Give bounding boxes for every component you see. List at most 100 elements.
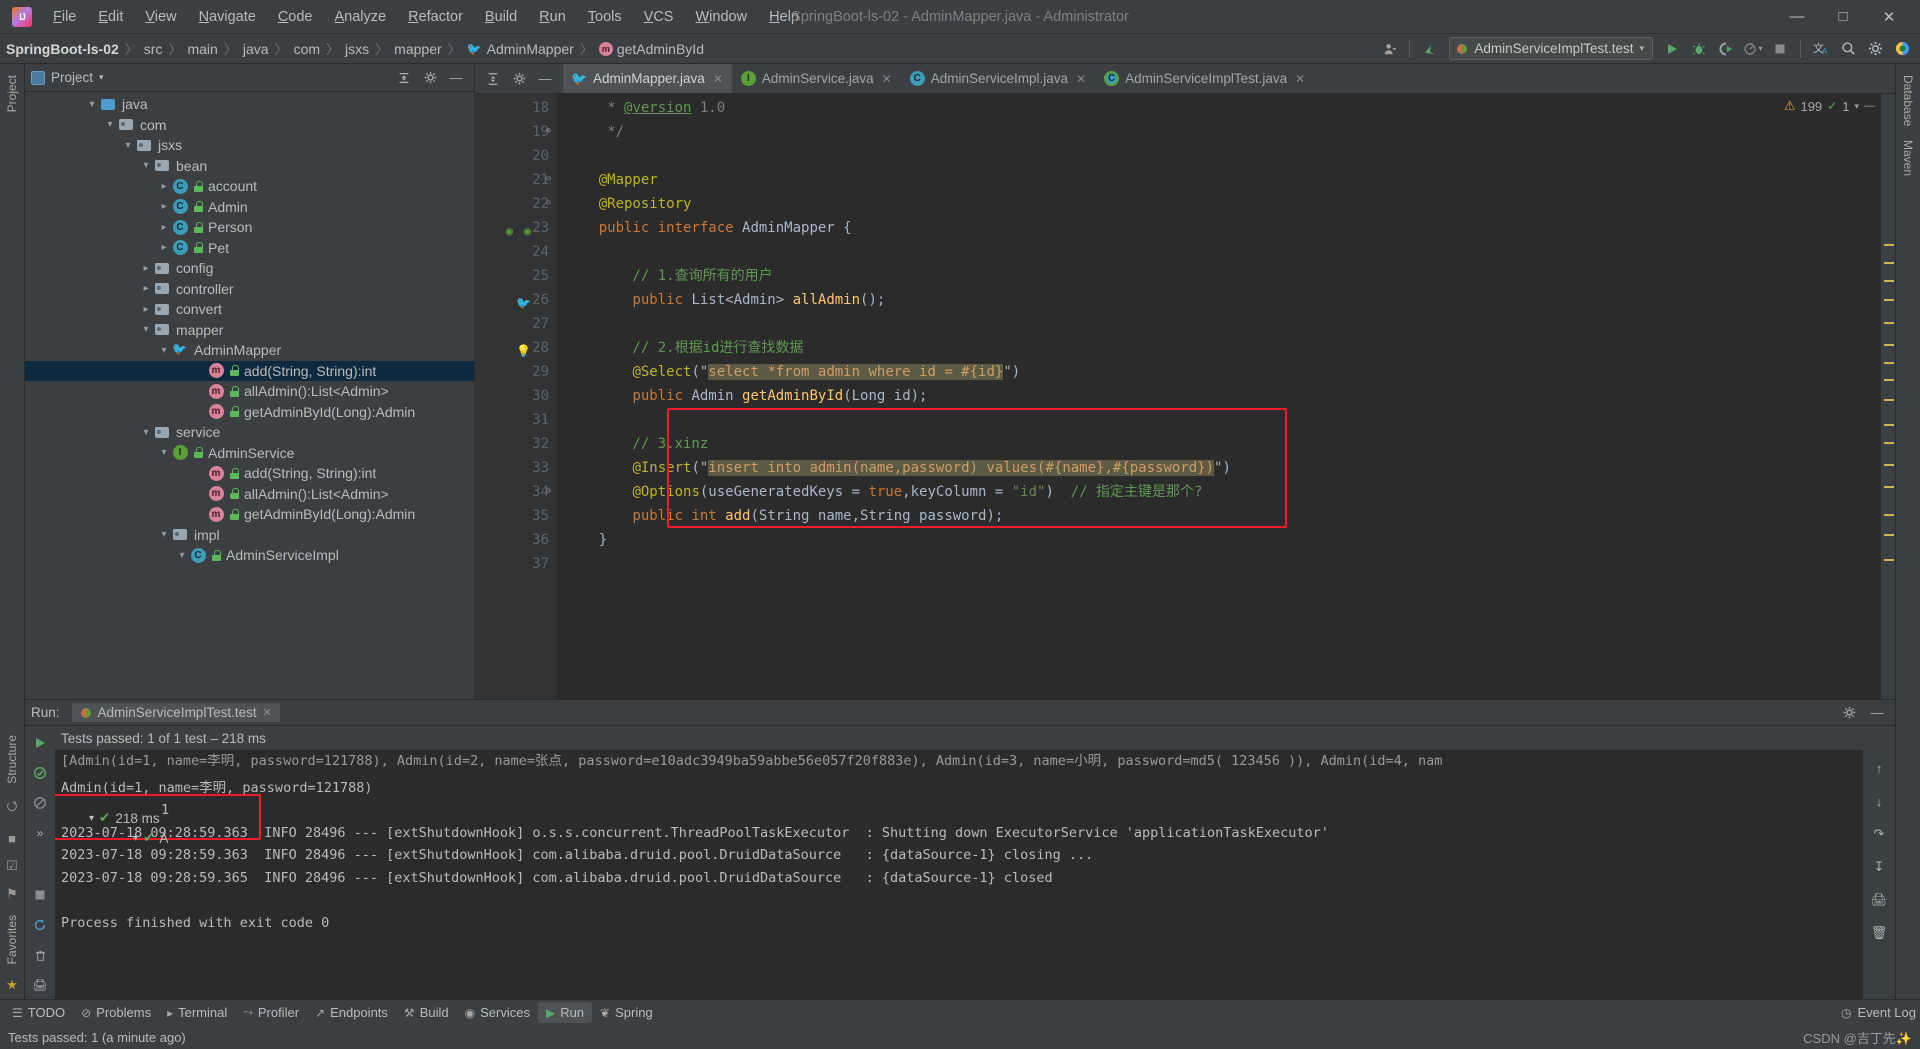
stripe-marker[interactable]	[1884, 559, 1894, 561]
gutter-line[interactable]: 23◉◉	[475, 216, 557, 240]
tree-item[interactable]: CPerson	[25, 217, 474, 238]
bottom-tool-todo[interactable]: ☰TODO	[4, 1002, 73, 1023]
chevron-down-icon[interactable]	[103, 119, 117, 130]
gutter-line[interactable]: 29	[475, 360, 557, 384]
restart-icon[interactable]	[29, 914, 51, 936]
chevron-down-icon[interactable]	[175, 550, 189, 561]
code-line[interactable]: @Mapper	[557, 168, 1881, 192]
tree-item[interactable]: mallAdmin():List<Admin>	[25, 381, 474, 402]
gutter-line[interactable]: 25	[475, 264, 557, 288]
chevron-down-icon[interactable]	[139, 160, 153, 171]
plugin-icon[interactable]	[1890, 37, 1914, 61]
menu-item-build[interactable]: Build	[474, 6, 528, 28]
close-tab-icon[interactable]: ✕	[713, 72, 723, 86]
tree-item[interactable]: controller	[25, 279, 474, 300]
gutter-line[interactable]: 18	[475, 96, 557, 120]
menu-item-refactor[interactable]: Refactor	[397, 6, 474, 28]
print-icon[interactable]: 🖨	[29, 974, 51, 996]
inspection-widget[interactable]: ⚠ 199 ✓ 1 ▾ —	[1784, 98, 1875, 114]
profiler-button[interactable]: ▾	[1741, 37, 1765, 61]
tree-item[interactable]: mallAdmin():List<Admin>	[25, 484, 474, 505]
tree-item[interactable]: bean	[25, 156, 474, 177]
run-settings-gear-icon[interactable]	[1837, 701, 1861, 725]
bottom-tool-spring[interactable]: ❦Spring	[592, 1002, 661, 1023]
tree-item[interactable]: com	[25, 115, 474, 136]
bottom-tool-problems[interactable]: ⊘Problems	[73, 1002, 159, 1023]
chevron-down-icon[interactable]: ▾	[99, 72, 104, 83]
breadcrumb-item-5[interactable]: jsxs	[345, 41, 369, 57]
breadcrumb-item-2[interactable]: main	[187, 41, 217, 57]
tree-item[interactable]: java	[25, 94, 474, 115]
code-line[interactable]	[557, 408, 1881, 432]
editor-gear-icon[interactable]	[507, 67, 531, 91]
menu-item-run[interactable]: Run	[528, 6, 577, 28]
code-line[interactable]: public interface AdminMapper {	[557, 216, 1881, 240]
close-tab-icon[interactable]: ✕	[1076, 72, 1086, 86]
stripe-marker[interactable]	[1884, 280, 1894, 282]
tree-item[interactable]: jsxs	[25, 135, 474, 156]
chevron-right-icon[interactable]	[139, 263, 153, 274]
minimize-button[interactable]: —	[1774, 1, 1820, 33]
code-content[interactable]: * @version 1.0 */ @Mapper @Repository pu…	[557, 94, 1881, 699]
fold-start-icon[interactable]: ⊖	[543, 198, 554, 209]
gutter-line[interactable]: 34⊖	[475, 480, 557, 504]
code-line[interactable]: // 1.查询所有的用户	[557, 264, 1881, 288]
stripe-marker[interactable]	[1884, 486, 1894, 488]
star-icon[interactable]: ★	[6, 971, 18, 999]
collapse-widget-icon[interactable]: —	[1864, 100, 1875, 112]
menu-item-tools[interactable]: Tools	[577, 6, 633, 28]
close-icon[interactable]: ✕	[263, 706, 272, 719]
tree-item[interactable]: AdminMapper	[25, 340, 474, 361]
code-line[interactable]: // 2.根据id进行查找数据	[557, 336, 1881, 360]
person-icon[interactable]	[1377, 37, 1401, 61]
editor-hide-icon[interactable]: —	[533, 67, 557, 91]
tree-item[interactable]: CPet	[25, 238, 474, 259]
run-button[interactable]	[1660, 37, 1684, 61]
tool-tab-project[interactable]: Project	[1, 68, 23, 119]
console-print-icon[interactable]: 🖨	[1867, 888, 1891, 912]
code-line[interactable]	[557, 312, 1881, 336]
project-tree[interactable]: javacomjsxsbeanCaccountCAdminCPersonCPet…	[25, 92, 474, 699]
gutter-line[interactable]: 32	[475, 432, 557, 456]
stop-button[interactable]	[1768, 37, 1792, 61]
bottom-tool-profiler[interactable]: ⤳Profiler	[235, 1002, 307, 1023]
gutter-line[interactable]: 22⊖	[475, 192, 557, 216]
tree-item[interactable]: mapper	[25, 320, 474, 341]
gear-icon[interactable]	[1863, 37, 1887, 61]
stripe-marker[interactable]	[1884, 534, 1894, 536]
run-hide-icon[interactable]: —	[1865, 701, 1889, 725]
chevron-down-icon[interactable]	[157, 345, 171, 356]
scroll-to-end-icon[interactable]: ↧	[1867, 855, 1891, 879]
bottom-tool-run[interactable]: ▶Run	[538, 1002, 592, 1023]
stop-process-icon[interactable]	[29, 884, 51, 906]
tree-item[interactable]: CAdmin	[25, 197, 474, 218]
tree-item[interactable]: convert	[25, 299, 474, 320]
collapse-all-icon[interactable]	[392, 66, 416, 90]
chevron-right-icon[interactable]	[157, 222, 171, 233]
project-gear-icon[interactable]	[418, 66, 442, 90]
breadcrumb-item-3[interactable]: java	[243, 41, 269, 57]
run-with-coverage-button[interactable]	[1714, 37, 1738, 61]
run-configuration-selector[interactable]: AdminServiceImplTest.test ▾	[1449, 37, 1653, 60]
stripe-marker[interactable]	[1884, 322, 1894, 324]
breadcrumb-item-1[interactable]: src	[144, 41, 163, 57]
rerun-icon[interactable]	[29, 732, 51, 754]
code-line[interactable]: @Select("select *from admin where id = #…	[557, 360, 1881, 384]
menu-item-vcs[interactable]: VCS	[633, 6, 685, 28]
chevron-down-icon[interactable]	[157, 529, 171, 540]
chevron-down-icon[interactable]	[157, 447, 171, 458]
close-tab-icon[interactable]: ✕	[1295, 72, 1305, 86]
stripe-marker[interactable]	[1884, 379, 1894, 381]
event-log-label[interactable]: Event Log	[1857, 1005, 1916, 1020]
code-line[interactable]	[557, 240, 1881, 264]
chevron-right-icon[interactable]	[157, 242, 171, 253]
fold-end-icon[interactable]: ⊕	[543, 126, 554, 137]
menu-item-edit[interactable]: Edit	[87, 6, 134, 28]
tree-item[interactable]: mgetAdminById(Long):Admin	[25, 504, 474, 525]
chevron-down-icon[interactable]	[139, 324, 153, 335]
tool-tab-favorites[interactable]: Favorites	[1, 908, 23, 971]
menu-item-code[interactable]: Code	[267, 6, 324, 28]
gutter-line[interactable]: 35	[475, 504, 557, 528]
code-line[interactable]: // 3.xinz	[557, 432, 1881, 456]
suppress-icon[interactable]	[29, 792, 51, 814]
